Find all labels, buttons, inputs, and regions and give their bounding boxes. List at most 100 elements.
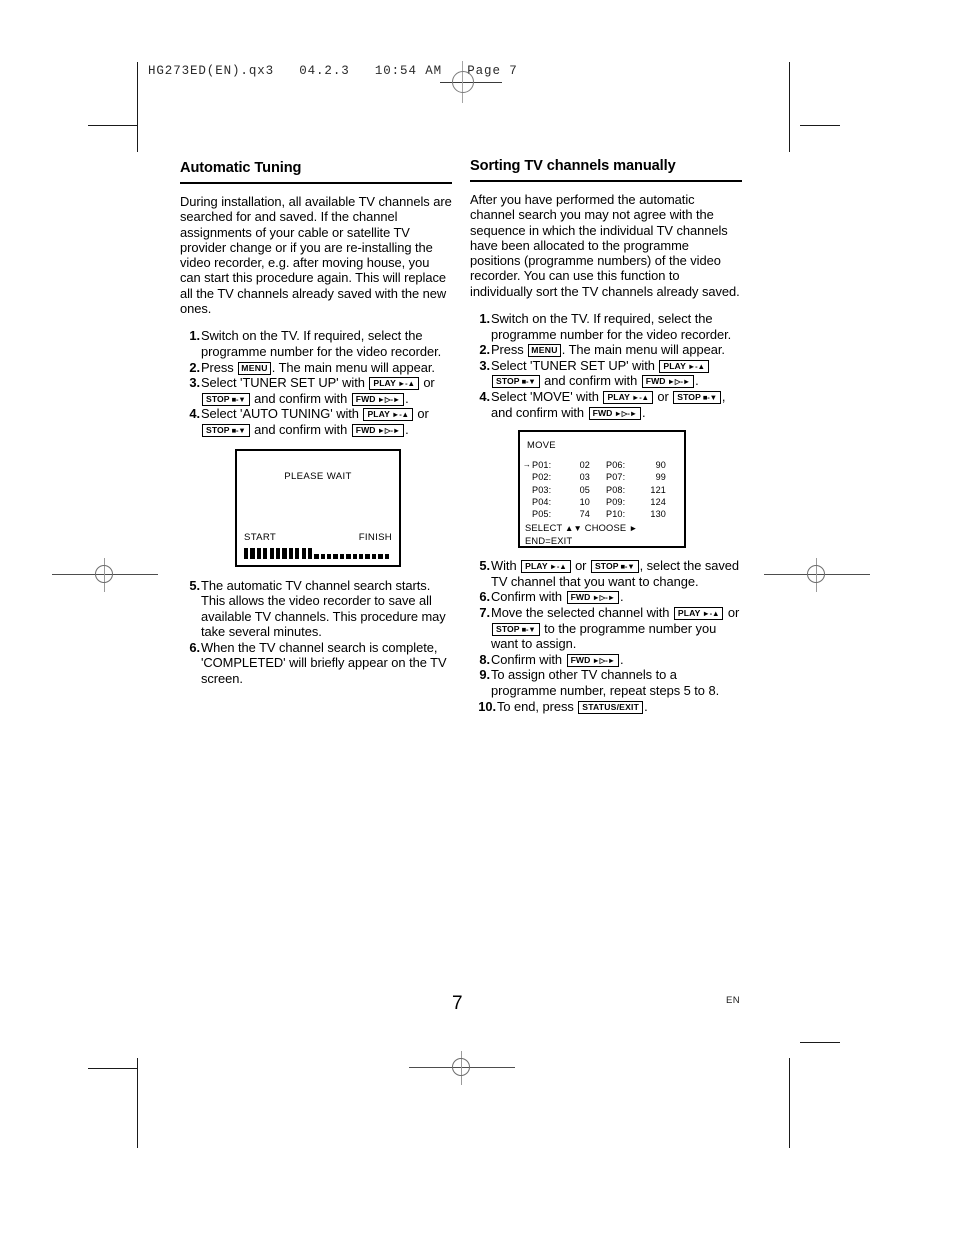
step-item: 5. With PLAY ►-▲ or STOP ■-▼, select the … <box>470 558 742 589</box>
steps-list-left-part1: 1. Switch on the TV. If required, select … <box>180 328 452 437</box>
progress-segment-filled <box>263 547 268 559</box>
remote-key-menu[interactable]: MENU <box>528 344 561 358</box>
step-number: 9. <box>479 667 490 683</box>
column-sorting-tv-channels: Sorting TV channels manually After you h… <box>470 158 742 714</box>
progress-segment-empty <box>371 554 377 559</box>
move-menu-footer: SELECT ▲▼ CHOOSE ► END=EXIT <box>525 522 684 547</box>
channel-value-left: 02 <box>579 460 590 471</box>
remote-key-arrow-icon: ►▷-► <box>375 394 401 404</box>
intro-paragraph-right: After you have performed the automatic c… <box>470 191 740 299</box>
move-menu-row[interactable]: P05: 74 P10: 130 <box>520 508 684 520</box>
remote-key-stop[interactable]: STOP ■-▼ <box>673 391 721 405</box>
remote-key-fwd[interactable]: FWD ►▷-► <box>566 591 619 605</box>
step-item: 5. The automatic TV channel search starts… <box>180 578 452 640</box>
move-menu-row[interactable]: P03: 05 P08: 121 <box>520 484 684 496</box>
remote-key-fwd[interactable]: FWD ►▷-► <box>351 392 405 406</box>
progress-segment-empty <box>346 554 351 559</box>
remote-key-play[interactable]: PLAY ►-▲ <box>659 359 709 373</box>
step-item: 1. Switch on the TV. If required, select … <box>180 328 452 359</box>
remote-key-play[interactable]: PLAY ►-▲ <box>603 391 653 405</box>
remote-key-stop[interactable]: STOP ■-▼ <box>202 423 250 437</box>
step-item: 1. Switch on the TV. If required, select … <box>470 311 742 342</box>
tv-screen-please-wait: PLEASE WAIT START FINISH <box>235 448 401 567</box>
remote-key-arrow-icon: ►▷-► <box>665 377 691 387</box>
progress-segment-empty <box>327 554 332 559</box>
step-number: 1. <box>189 328 200 344</box>
remote-key-arrow-icon: ►-▲ <box>395 379 415 389</box>
remote-key-arrow-icon: ■-▼ <box>519 624 536 634</box>
title-divider-right <box>470 179 742 182</box>
cursor-arrow-icon <box>520 471 532 483</box>
remote-key-menu[interactable]: MENU <box>238 361 271 375</box>
remote-key-arrow-icon: ■-▼ <box>618 562 635 572</box>
programme-label-right: P10: <box>606 509 626 520</box>
cursor-arrow-icon: → <box>522 460 531 470</box>
step-item: 8. Confirm with FWD ►▷-►. <box>470 652 742 668</box>
up-arrow-icon: ▲ <box>565 523 574 534</box>
step-item: 3. Select 'TUNER SET UP' with PLAY ►-▲ or… <box>180 375 452 406</box>
remote-key-play[interactable]: PLAY ►-▲ <box>673 606 724 620</box>
progress-segment-filled <box>295 547 300 559</box>
channel-value-right: 121 <box>650 484 666 495</box>
move-end-label: END=EXIT <box>525 535 573 546</box>
move-menu-row[interactable]: → P01: 02 P06: 90 <box>520 459 684 471</box>
move-menu-row[interactable]: P04: 10 P09: 124 <box>520 496 684 508</box>
steps-list-right-part1: 1. Switch on the TV. If required, select … <box>470 311 742 420</box>
remote-key-arrow-icon: ■-▼ <box>229 425 246 435</box>
remote-key-stop[interactable]: STOP ■-▼ <box>492 622 540 636</box>
tv-message-please-wait: PLEASE WAIT <box>284 470 352 482</box>
programme-label-right: P08: <box>606 484 626 495</box>
progress-segment-empty <box>378 554 383 559</box>
programme-label-right: P06: <box>606 460 626 471</box>
progress-segment-filled <box>301 547 306 559</box>
remote-key-play[interactable]: PLAY ►-▲ <box>363 408 413 422</box>
step-item: 10. To end, press STATUS/EXIT. <box>470 699 742 715</box>
remote-key-stop[interactable]: STOP ■-▼ <box>202 392 250 406</box>
step-number: 3. <box>479 357 490 373</box>
progress-bar <box>244 547 393 559</box>
remote-key-arrow-icon: ►-▲ <box>700 608 720 618</box>
step-item: 2. Press MENU. The main menu will appear. <box>180 360 452 376</box>
remote-key-play[interactable]: PLAY ►-▲ <box>521 560 571 574</box>
channel-value-right: 130 <box>650 509 666 520</box>
step-item: 6. Confirm with FWD ►▷-►. <box>470 589 742 605</box>
remote-key-fwd[interactable]: FWD ►▷-► <box>351 423 405 437</box>
remote-key-arrow-icon: ■-▼ <box>700 393 717 403</box>
progress-bar-labels: START FINISH <box>244 532 392 543</box>
programme-label-right: P09: <box>606 496 626 507</box>
progress-segment-filled <box>250 547 255 559</box>
remote-key-fwd[interactable]: FWD ►▷-► <box>588 406 641 420</box>
remote-key-stop[interactable]: STOP ■-▼ <box>492 375 540 389</box>
move-menu-row[interactable]: P02: 03 P07: 99 <box>520 471 684 483</box>
remote-key-fwd[interactable]: FWD ►▷-► <box>566 653 619 667</box>
programme-label-left: P03: <box>532 484 552 495</box>
step-item: 3. Select 'TUNER SET UP' with PLAY ►-▲ ST… <box>470 358 742 389</box>
progress-segment-filled <box>275 547 281 559</box>
cursor-arrow-icon <box>520 496 532 508</box>
programme-label-left: P02: <box>532 472 552 483</box>
remote-key-status-exit[interactable]: STATUS/EXIT <box>578 700 644 714</box>
right-arrow-icon: ► <box>629 523 638 534</box>
remote-key-stop[interactable]: STOP ■-▼ <box>590 560 639 574</box>
steps-list-right-part2: 5. With PLAY ►-▲ or STOP ■-▼, select the … <box>470 558 742 714</box>
progress-segment-filled <box>256 547 262 559</box>
channel-value-right: 99 <box>655 472 666 483</box>
move-choose-label: CHOOSE <box>584 523 627 534</box>
remote-key-arrow-icon: ►-▲ <box>629 393 649 403</box>
remote-key-play[interactable]: PLAY ►-▲ <box>369 377 419 391</box>
step-item: 4. Select 'MOVE' with PLAY ►-▲ or STOP ■-… <box>470 389 742 420</box>
channel-value-left: 10 <box>579 496 590 507</box>
intro-paragraph-left: During installation, all available TV ch… <box>180 193 452 317</box>
step-number: 3. <box>189 375 200 391</box>
remote-key-fwd[interactable]: FWD ►▷-► <box>641 375 695 389</box>
programme-label-left: P04: <box>532 496 552 507</box>
column-spacer <box>590 496 606 508</box>
progress-segment-empty <box>339 554 345 559</box>
column-spacer <box>590 459 606 471</box>
progress-segment-empty <box>384 554 389 559</box>
remote-key-arrow-icon: ►▷-► <box>612 408 637 418</box>
move-menu-title: MOVE <box>527 439 556 451</box>
step-number: 7. <box>479 604 490 620</box>
step-item: 9. To assign other TV channels to a progr… <box>470 667 742 698</box>
step-number: 4. <box>479 389 490 405</box>
